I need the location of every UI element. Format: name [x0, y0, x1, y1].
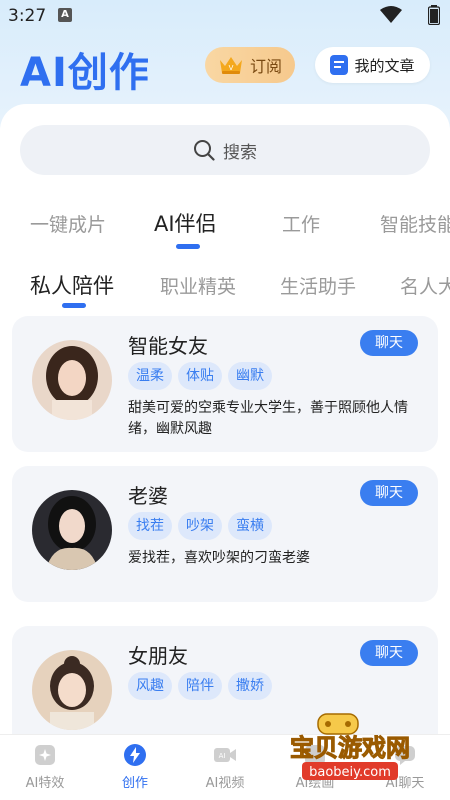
- search-icon: [194, 140, 215, 161]
- svg-text:AI: AI: [219, 752, 226, 760]
- subscribe-button[interactable]: V 订阅: [205, 47, 295, 83]
- tab-one-click-video[interactable]: 一键成片: [30, 210, 106, 237]
- tab-private-companion[interactable]: 私人陪伴: [30, 270, 114, 300]
- chat-button[interactable]: 聊天: [360, 480, 418, 506]
- lightning-icon: [124, 744, 146, 766]
- tab-career-elite[interactable]: 职业精英: [160, 272, 236, 299]
- nav-ai-effects[interactable]: AI特效: [0, 743, 90, 791]
- sub-tabs: 私人陪伴 职业精英 生活助手 名人大: [0, 266, 450, 306]
- tag-list: 风趣 陪伴 撒娇: [128, 672, 272, 700]
- nav-create[interactable]: 创作: [90, 743, 180, 791]
- search-placeholder: 搜索: [223, 142, 257, 163]
- tag: 体贴: [178, 362, 222, 390]
- avatar: [32, 650, 112, 730]
- document-icon: [330, 55, 349, 75]
- tab-smart-skills[interactable]: 智能技能: [380, 210, 450, 237]
- avatar: [32, 340, 112, 420]
- search-input[interactable]: 搜索: [20, 125, 430, 175]
- category-tab-indicator: [176, 244, 200, 249]
- companion-description: 爱找茬，喜欢吵架的刁蛮老婆: [128, 550, 310, 566]
- svg-text:宝贝游戏网: 宝贝游戏网: [290, 734, 410, 762]
- status-time: 3:27: [8, 6, 47, 26]
- watermark-logo: 宝贝游戏网 baobeiy.com: [290, 713, 411, 780]
- notification-icon: A: [58, 8, 72, 22]
- tag-list: 温柔 体贴 幽默: [128, 362, 272, 390]
- tag: 风趣: [128, 672, 172, 700]
- companion-name: 女朋友: [128, 644, 188, 668]
- nav-label: 创作: [121, 776, 148, 791]
- companion-card[interactable]: 老婆 聊天 找茬 吵架 蛮横 爱找茬，喜欢吵架的刁蛮老婆: [12, 466, 438, 602]
- status-bar: 3:27 A: [0, 0, 450, 32]
- companion-name: 智能女友: [128, 334, 208, 358]
- sub-tab-indicator: [62, 303, 86, 308]
- chat-button[interactable]: 聊天: [360, 330, 418, 356]
- tag: 吵架: [178, 512, 222, 540]
- tag-list: 找茬 吵架 蛮横: [128, 512, 272, 540]
- page-title: AI创作: [20, 50, 150, 96]
- sparkle-icon: [35, 745, 55, 765]
- main-panel: 搜索 一键成片 AI伴侣 工作 智能技能 私人陪伴 职业精英 生活助手 名人大 …: [0, 104, 450, 734]
- battery-icon: [428, 5, 440, 25]
- tag: 撒娇: [228, 672, 272, 700]
- tab-celebrity[interactable]: 名人大: [400, 272, 450, 299]
- avatar: [32, 490, 112, 570]
- tag: 陪伴: [178, 672, 222, 700]
- video-icon: AI: [214, 748, 236, 762]
- companion-card[interactable]: 智能女友 聊天 温柔 体贴 幽默 甜美可爱的空乘专业大学生，善于照顾他人情绪，幽…: [12, 316, 438, 452]
- nav-label: AI视频: [205, 776, 245, 791]
- companion-name: 老婆: [128, 484, 168, 508]
- subscribe-label: 订阅: [249, 57, 282, 76]
- tab-work[interactable]: 工作: [282, 210, 320, 237]
- nav-label: AI特效: [25, 776, 65, 791]
- tag: 温柔: [128, 362, 172, 390]
- gamepad-icon: [317, 713, 359, 735]
- category-tabs: 一键成片 AI伴侣 工作 智能技能: [0, 204, 450, 254]
- nav-ai-video[interactable]: AI AI视频: [180, 743, 270, 791]
- svg-text:baobeiy.com: baobeiy.com: [309, 765, 391, 780]
- crown-icon: V: [219, 57, 242, 74]
- svg-text:V: V: [229, 64, 234, 72]
- tag: 幽默: [228, 362, 272, 390]
- my-articles-label: 我的文章: [354, 56, 415, 75]
- tag: 蛮横: [228, 512, 272, 540]
- tag: 找茬: [128, 512, 172, 540]
- chat-button[interactable]: 聊天: [360, 640, 418, 666]
- wifi-icon: [380, 6, 402, 23]
- companion-description: 甜美可爱的空乘专业大学生，善于照顾他人情绪，幽默风趣: [128, 400, 408, 437]
- tab-life-assistant[interactable]: 生活助手: [280, 272, 356, 299]
- my-articles-button[interactable]: 我的文章: [315, 47, 430, 83]
- tab-ai-companion[interactable]: AI伴侣: [154, 208, 217, 238]
